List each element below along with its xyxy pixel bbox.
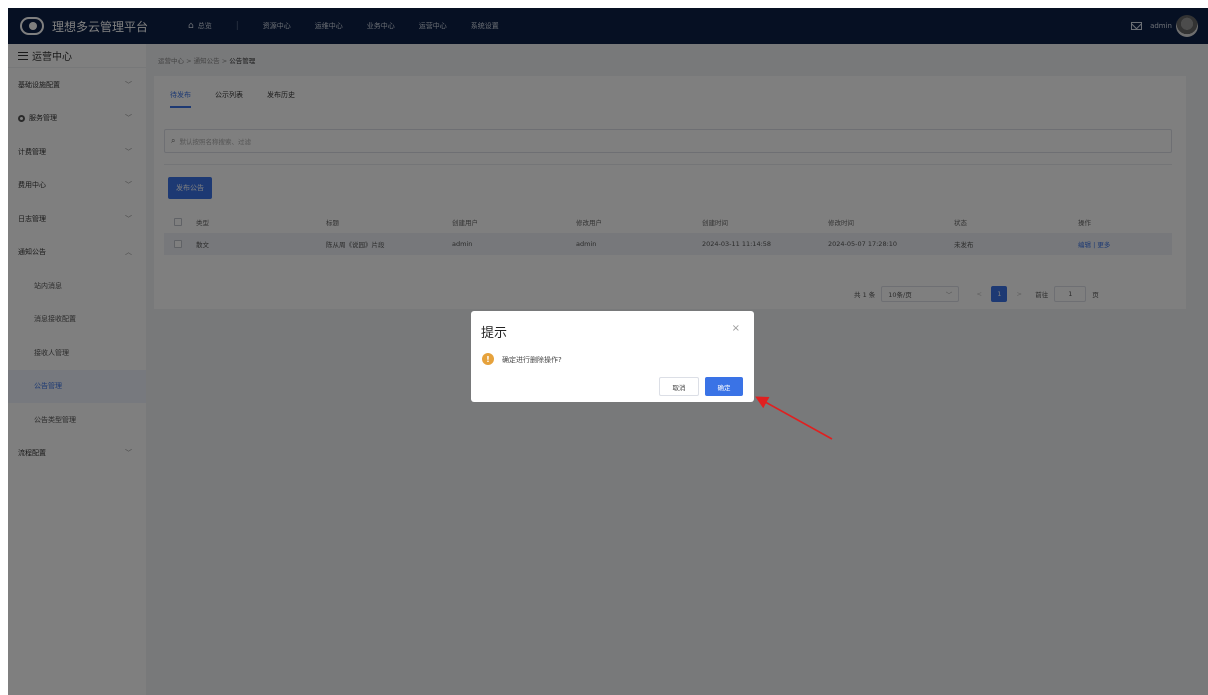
confirm-dialog: 提示 × ! 确定进行删除操作? 取消 确定 <box>471 311 754 402</box>
dialog-message: 确定进行删除操作? <box>502 356 562 364</box>
cancel-button[interactable]: 取消 <box>659 377 699 396</box>
warning-icon: ! <box>482 353 494 365</box>
dialog-title: 提示 <box>481 326 508 341</box>
close-icon[interactable]: × <box>732 323 740 334</box>
app-window: 理想多云管理平台 ⌂ 总览 | 资源中心 运维中心 业务中心 运营中心 系统设置… <box>8 8 1208 695</box>
confirm-button[interactable]: 确定 <box>705 377 743 396</box>
